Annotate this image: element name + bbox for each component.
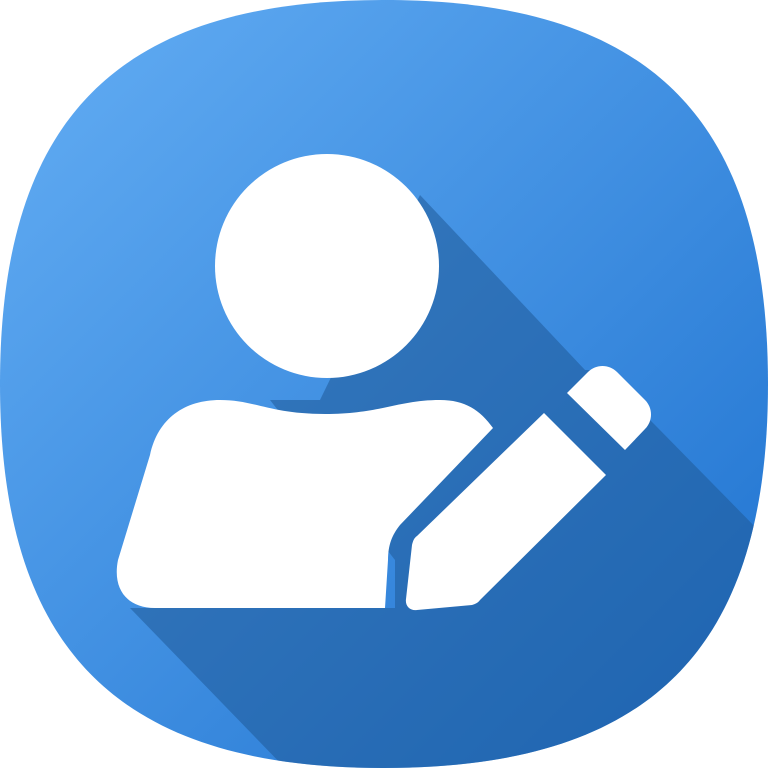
edit-profile-icon-svg (0, 0, 768, 768)
user-head-icon (215, 154, 439, 378)
app-icon[interactable] (0, 0, 768, 768)
